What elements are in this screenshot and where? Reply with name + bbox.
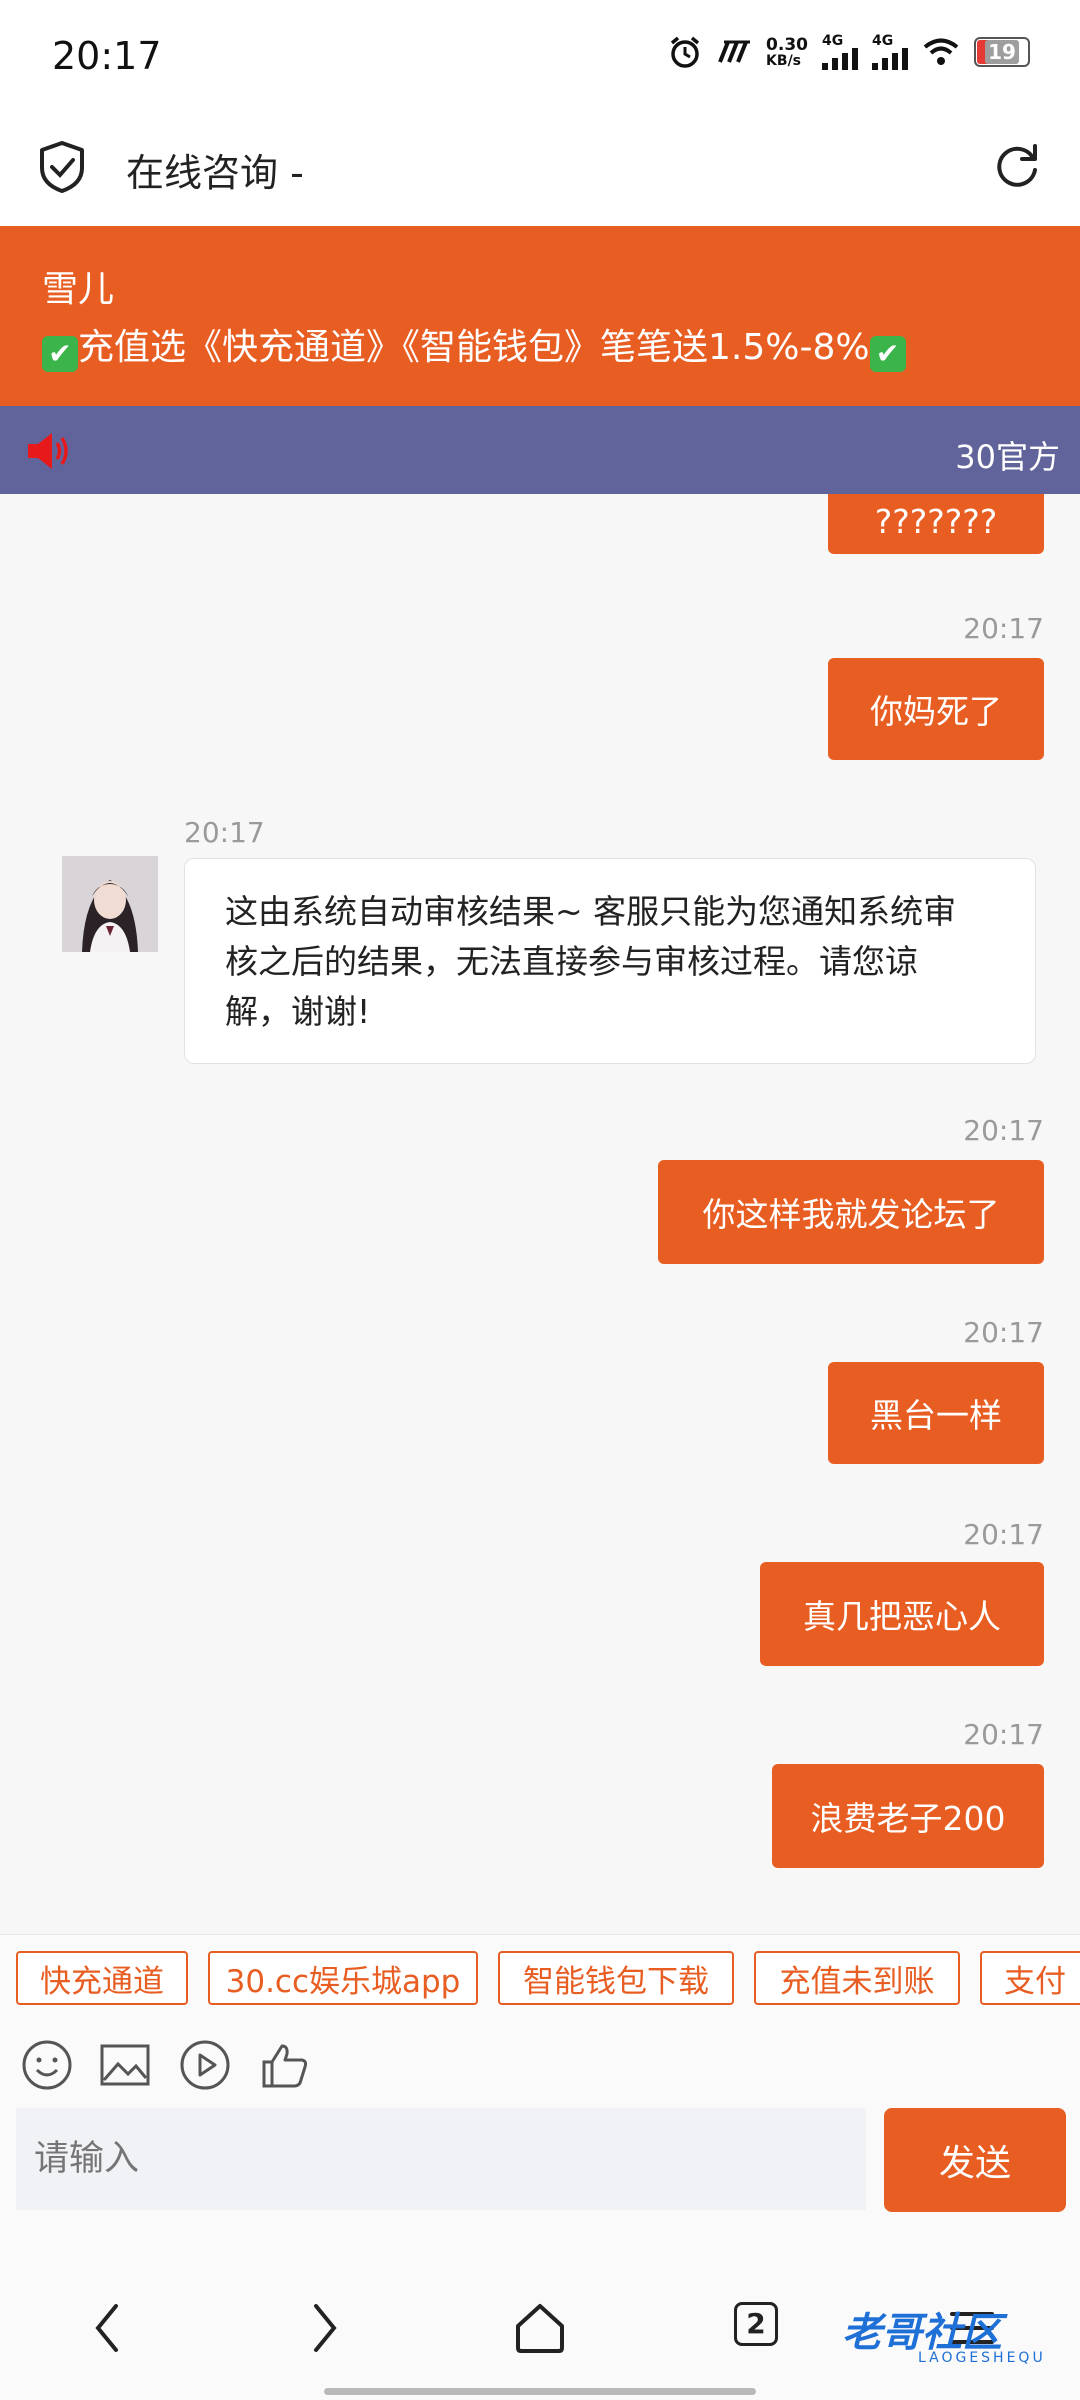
forward-icon[interactable] (304, 2300, 344, 2356)
page-title: 在线咨询 - (126, 151, 304, 195)
back-icon[interactable] (88, 2300, 128, 2356)
message-time: 20:17 (963, 1316, 1044, 1349)
video-play-icon[interactable] (178, 2038, 232, 2092)
shield-check-icon[interactable] (38, 140, 86, 194)
emoji-icon[interactable] (20, 2038, 74, 2092)
outgoing-message: 真几把恶心人 (760, 1562, 1044, 1666)
quick-reply-chip[interactable]: 快充通道 (16, 1951, 188, 2005)
message-input[interactable] (16, 2108, 866, 2210)
wifi-icon (923, 38, 959, 65)
status-time: 20:17 (52, 34, 162, 78)
agent-name: 雪儿 (42, 269, 115, 310)
message-time: 20:17 (963, 1114, 1044, 1147)
status-icons: 0.30 KB/s 4G 4G 19 (668, 34, 1030, 70)
outgoing-message: 你妈死了 (828, 658, 1044, 760)
agent-avatar (62, 856, 158, 952)
check-mark-icon: ✔ (869, 336, 906, 372)
message-time: 20:17 (963, 1718, 1044, 1751)
promo-line: ✔ 充值选《快充通道》《智能钱包》笔笔送1.5%-8% ✔ (42, 318, 906, 372)
message-time: 20:17 (963, 1518, 1044, 1551)
tabs-count-button[interactable]: 2 (734, 2302, 778, 2346)
refresh-icon[interactable] (992, 140, 1042, 190)
outgoing-message: ??????? (828, 494, 1044, 554)
quick-reply-chip[interactable]: 充值未到账 (754, 1951, 960, 2005)
signal-icon (872, 48, 908, 70)
status-bar: 20:17 0.30 KB/s 4G 4G 19 (0, 0, 1080, 112)
speaker-icon (28, 433, 68, 469)
quick-reply-bar: 快充通道 30.cc娱乐城app 智能钱包下载 充值未到账 支付 (0, 1934, 1080, 2029)
message-time: 20:17 (184, 816, 265, 849)
app-header: 在线咨询 - (0, 112, 1080, 227)
check-mark-icon: ✔ (42, 336, 78, 372)
watermark-subtext: LAOGESHEQU (918, 2350, 1046, 2366)
thumbs-up-icon[interactable] (258, 2038, 312, 2092)
chat-area[interactable]: ??????? 20:17 你妈死了 20:17 这由系统自动审核结果~ 客服只… (0, 494, 1080, 1934)
home-icon[interactable] (512, 2300, 568, 2356)
quick-reply-chip[interactable]: 30.cc娱乐城app (208, 1951, 478, 2005)
input-row: 发送 (0, 2100, 1080, 2230)
promo-text: 充值选《快充通道》《智能钱包》笔笔送1.5%-8% (78, 327, 870, 368)
quick-reply-chip[interactable]: 支付 (980, 1951, 1080, 2005)
announcement-bar: 30官方 (0, 406, 1080, 494)
carrier-logo-icon (718, 40, 751, 63)
battery-icon: 19 (974, 37, 1030, 67)
signal-2: 4G (872, 34, 908, 70)
incoming-message: 这由系统自动审核结果~ 客服只能为您通知系统审 核之后的结果，无法直接参与审核过… (184, 858, 1036, 1064)
send-button[interactable]: 发送 (884, 2108, 1066, 2212)
signal-icon (822, 48, 858, 70)
home-indicator[interactable] (324, 2388, 756, 2395)
outgoing-message: 你这样我就发论坛了 (658, 1160, 1044, 1264)
outgoing-message: 黑台一样 (828, 1362, 1044, 1464)
announcement-text: 30官方 (955, 438, 1060, 476)
image-icon[interactable] (98, 2038, 152, 2092)
signal-1: 4G (822, 34, 858, 70)
alarm-icon (670, 36, 700, 68)
outgoing-message: 浪费老子200 (772, 1764, 1044, 1868)
quick-reply-chip[interactable]: 智能钱包下载 (498, 1951, 734, 2005)
avatar-photo-icon (62, 856, 158, 952)
message-time: 20:17 (963, 612, 1044, 645)
net-speed: 0.30 KB/s (766, 34, 808, 69)
agent-notice: 雪儿 ✔ 充值选《快充通道》《智能钱包》笔笔送1.5%-8% ✔ (0, 226, 1080, 406)
